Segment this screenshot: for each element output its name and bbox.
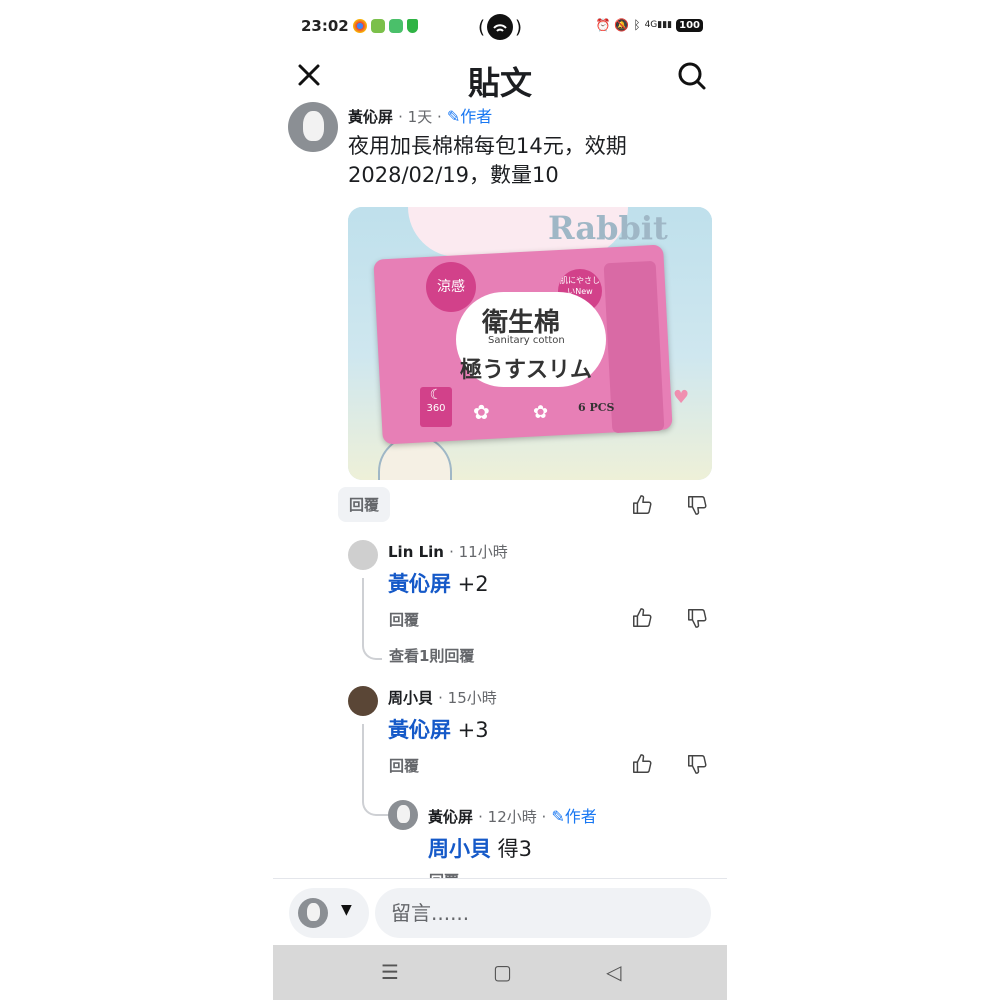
status-bar: 23:02 ( ) ⏰ 🔕 ᛒ 4G▮▮▮ 100: [273, 0, 727, 55]
app-notification-icon: [389, 19, 403, 33]
back-icon[interactable]: ◁: [606, 960, 621, 984]
alarm-icon: ⏰: [595, 18, 611, 32]
flower-icon: ✿: [473, 400, 490, 424]
like-icon[interactable]: [631, 753, 653, 775]
product-name-jp: 極うすスリム: [460, 357, 593, 383]
shield-icon: [407, 19, 418, 33]
comment-time: · 15小時: [438, 689, 497, 707]
caret-down-icon: ▼: [341, 902, 352, 918]
author-badge: ✎作者: [551, 807, 597, 826]
app-notification-icon: [371, 19, 385, 33]
search-icon[interactable]: [677, 61, 707, 91]
dislike-icon[interactable]: [686, 607, 708, 629]
comment-reply-button[interactable]: 回覆: [389, 755, 419, 776]
comment-text: 黃伈屏 +3: [388, 718, 489, 742]
view-replies-link[interactable]: 查看1則回覆: [389, 645, 474, 666]
heart-icon: ♥: [673, 387, 690, 408]
badge-cool: 涼感: [426, 262, 476, 312]
author-badge: ✎作者: [446, 107, 493, 126]
product-count: 6 PCS: [578, 401, 615, 414]
comment-time: · 11小時: [449, 543, 508, 561]
product-name: 衛生棉: [482, 308, 561, 338]
chrome-icon: [353, 19, 367, 33]
post-text-line: 2028/02/19，數量10: [348, 163, 559, 187]
like-icon[interactable]: [631, 494, 653, 516]
post-reply-button[interactable]: 回覆: [338, 487, 391, 522]
status-time: 23:02: [301, 17, 349, 35]
mention-tag[interactable]: 黃伈屏: [388, 718, 451, 742]
commenter-name[interactable]: Lin Lin: [388, 543, 444, 561]
dislike-icon[interactable]: [686, 494, 708, 516]
pencil-icon: ✎: [446, 107, 461, 126]
night-size-badge: ☾ 360: [420, 387, 452, 427]
signal-icon: 4G▮▮▮: [644, 20, 673, 30]
commenter-name[interactable]: 周小貝: [388, 689, 433, 707]
comment-composer: ▼ 留言......: [273, 878, 727, 946]
comment-meta: Lin Lin · 11小時: [388, 541, 508, 562]
page-title: 貼文: [467, 64, 532, 102]
reply-author-avatar[interactable]: [388, 800, 418, 830]
photo-banner-text: Rabbit: [548, 209, 668, 247]
reply-author-name[interactable]: 黃伈屏: [428, 808, 473, 826]
flower-icon: ✿: [533, 402, 549, 423]
post-meta: 黃伈屏 · 1天 · ✎作者: [348, 103, 492, 127]
pencil-icon: ✎: [551, 807, 565, 826]
reply-meta: 黃伈屏 · 12小時 · ✎作者: [428, 803, 597, 827]
post-author-avatar[interactable]: [288, 102, 338, 152]
home-icon[interactable]: ▢: [493, 960, 512, 984]
post-time: · 1天 ·: [398, 108, 442, 126]
dislike-icon[interactable]: [686, 753, 708, 775]
post-text: 夜用加長棉棉每包14元，效期 2028/02/19，數量10: [348, 132, 627, 190]
comment-text: 黃伈屏 +2: [388, 572, 489, 596]
menu-icon[interactable]: ☰: [381, 960, 399, 984]
commenter-avatar[interactable]: [348, 686, 378, 716]
battery-icon: 100: [676, 18, 703, 32]
thread-line: [362, 578, 382, 660]
post-author-name[interactable]: 黃伈屏: [348, 108, 393, 126]
notification-icons: [353, 19, 418, 33]
hotspot-icon: [487, 14, 513, 40]
phone-screen: 23:02 ( ) ⏰ 🔕 ᛒ 4G▮▮▮ 100 貼文 黃伈屏 · 1天 · …: [273, 0, 727, 1000]
page-header: 貼文: [273, 55, 727, 103]
comment-input[interactable]: 留言......: [375, 888, 711, 938]
mention-tag[interactable]: 周小貝: [428, 837, 491, 861]
thread-line: [362, 724, 388, 816]
system-nav-bar: ☰ ▢ ◁: [273, 945, 727, 1000]
mute-icon: 🔕: [614, 18, 630, 32]
mention-tag[interactable]: 黃伈屏: [388, 572, 451, 596]
reply-text: 周小貝 得3: [428, 837, 533, 861]
post-photo[interactable]: Rabbit ♥ 涼感 肌にやさしいNew 衛生棉 Sanitary cotto…: [348, 207, 712, 480]
comment-reply-button[interactable]: 回覆: [389, 609, 419, 630]
hotspot-indicator: ( ): [478, 12, 522, 42]
identity-picker[interactable]: ▼: [289, 888, 369, 938]
product-subtitle: Sanitary cotton: [488, 335, 565, 346]
post-text-line: 夜用加長棉棉每包14元，效期: [348, 134, 627, 158]
commenter-avatar[interactable]: [348, 540, 378, 570]
status-right-icons: ⏰ 🔕 ᛒ 4G▮▮▮ 100: [595, 18, 703, 32]
my-avatar: [298, 898, 328, 928]
comment-meta: 周小貝 · 15小時: [388, 687, 497, 708]
like-icon[interactable]: [631, 607, 653, 629]
bluetooth-icon: ᛒ: [633, 18, 641, 32]
reply-time: · 12小時 ·: [478, 808, 547, 826]
